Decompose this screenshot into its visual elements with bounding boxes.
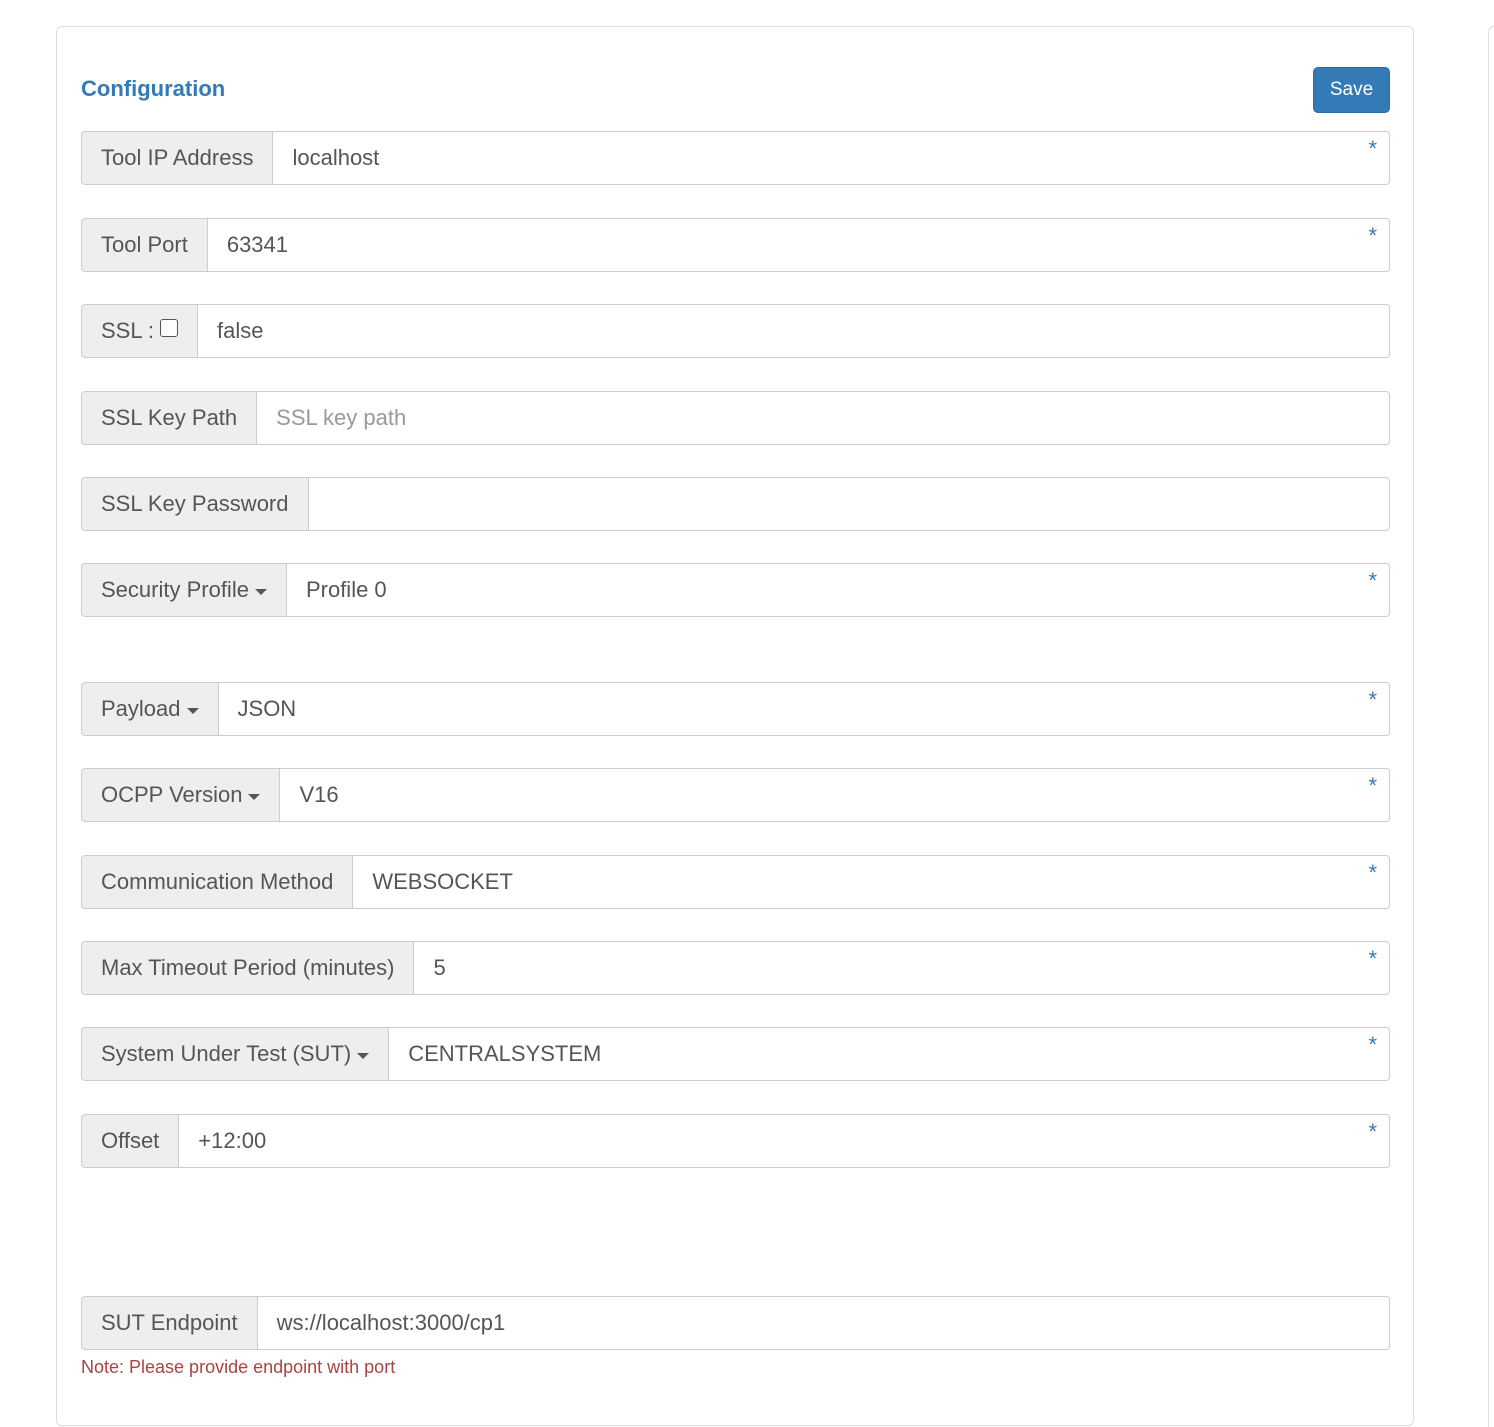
- payload-label: Payload: [101, 696, 181, 721]
- ocpp-version-dropdown[interactable]: OCPP Version: [81, 768, 280, 822]
- adjacent-panel-edge: [1488, 26, 1494, 1427]
- tool-ip-address-value: localhost: [292, 145, 380, 170]
- ssl-key-path-label: SSL Key Path: [81, 391, 257, 445]
- caret-down-icon: [248, 794, 261, 800]
- caret-down-icon: [186, 708, 199, 714]
- page-title: Configuration: [81, 76, 226, 101]
- sut-label: System Under Test (SUT): [101, 1041, 352, 1066]
- payload-dropdown[interactable]: Payload: [81, 682, 218, 736]
- sut-value: CENTRALSYSTEM: [408, 1041, 602, 1066]
- ssl-key-path-group: SSL Key Path SSL key path: [81, 391, 1390, 445]
- ssl-key-path-placeholder: SSL key path: [276, 405, 407, 430]
- ssl-checkbox[interactable]: [160, 319, 178, 337]
- sut-endpoint-group: SUT Endpoint ws://localhost:3000/cp1: [81, 1296, 1390, 1350]
- sut-endpoint-label: SUT Endpoint: [81, 1296, 257, 1350]
- ssl-value: false: [217, 318, 264, 343]
- ocpp-version-value: V16: [299, 782, 339, 807]
- ssl-key-password-input[interactable]: [307, 477, 1390, 531]
- security-profile-group: Security Profile Profile 0 *: [81, 563, 1390, 617]
- caret-down-icon: [357, 1053, 370, 1059]
- communication-method-group: Communication Method WEBSOCKET *: [81, 855, 1390, 909]
- communication-method-value: WEBSOCKET: [372, 869, 513, 894]
- required-marker: *: [1368, 1032, 1377, 1057]
- communication-method-label: Communication Method: [81, 855, 353, 909]
- caret-down-icon: [254, 589, 267, 595]
- sut-endpoint-input[interactable]: ws://localhost:3000/cp1: [256, 1296, 1390, 1350]
- offset-input[interactable]: +12:00 *: [178, 1114, 1390, 1168]
- required-marker: *: [1368, 687, 1377, 712]
- security-profile-dropdown[interactable]: Security Profile: [81, 563, 286, 617]
- payload-input[interactable]: JSON *: [217, 682, 1390, 736]
- sut-group: System Under Test (SUT) CENTRALSYSTEM *: [81, 1027, 1390, 1081]
- required-marker: *: [1368, 223, 1377, 248]
- required-marker: *: [1368, 136, 1377, 161]
- offset-label: Offset: [81, 1114, 179, 1168]
- ssl-key-password-label: SSL Key Password: [81, 477, 308, 531]
- offset-group: Offset +12:00 *: [81, 1114, 1390, 1168]
- max-timeout-value: 5: [433, 955, 446, 980]
- required-marker: *: [1368, 860, 1377, 885]
- required-marker: *: [1368, 568, 1377, 593]
- communication-method-input[interactable]: WEBSOCKET *: [352, 855, 1390, 909]
- sut-endpoint-value: ws://localhost:3000/cp1: [276, 1310, 506, 1335]
- sut-dropdown[interactable]: System Under Test (SUT): [81, 1027, 389, 1081]
- save-button[interactable]: Save: [1313, 67, 1390, 113]
- payload-value: JSON: [237, 696, 297, 721]
- ssl-input[interactable]: false: [197, 304, 1390, 358]
- required-marker: *: [1368, 773, 1377, 798]
- tool-ip-address-group: Tool IP Address localhost *: [81, 131, 1390, 185]
- tool-ip-address-input[interactable]: localhost *: [272, 131, 1390, 185]
- max-timeout-group: Max Timeout Period (minutes) 5 *: [81, 941, 1390, 995]
- ocpp-version-label: OCPP Version: [101, 782, 243, 807]
- ssl-key-path-input[interactable]: SSL key path: [256, 391, 1390, 445]
- ssl-key-password-group: SSL Key Password: [81, 477, 1390, 531]
- required-marker: *: [1368, 946, 1377, 971]
- tool-port-group: Tool Port 63341 *: [81, 218, 1390, 272]
- ssl-label-addon: SSL :: [81, 304, 197, 358]
- payload-group: Payload JSON *: [81, 682, 1390, 736]
- endpoint-note: Note: Please provide endpoint with port: [81, 1357, 396, 1377]
- offset-value: +12:00: [198, 1128, 267, 1153]
- max-timeout-input[interactable]: 5 *: [413, 941, 1390, 995]
- ssl-group: SSL : false: [81, 304, 1390, 358]
- ocpp-version-group: OCPP Version V16 *: [81, 768, 1390, 822]
- tool-port-value: 63341: [226, 232, 289, 257]
- sut-input[interactable]: CENTRALSYSTEM *: [388, 1027, 1390, 1081]
- required-marker: *: [1368, 1119, 1377, 1144]
- tool-ip-address-label: Tool IP Address: [81, 131, 273, 185]
- security-profile-label: Security Profile: [101, 577, 249, 602]
- ssl-label: SSL :: [101, 318, 154, 343]
- tool-port-input[interactable]: 63341 *: [206, 218, 1390, 272]
- tool-port-label: Tool Port: [81, 218, 207, 272]
- security-profile-input[interactable]: Profile 0 *: [285, 563, 1390, 617]
- security-profile-value: Profile 0: [305, 577, 387, 602]
- ocpp-version-input[interactable]: V16 *: [279, 768, 1390, 822]
- max-timeout-label: Max Timeout Period (minutes): [81, 941, 414, 995]
